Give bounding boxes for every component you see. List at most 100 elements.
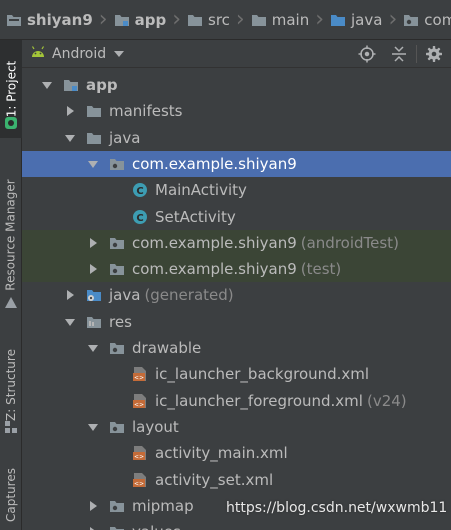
- project-folder-icon: [6, 13, 22, 27]
- folder-icon: [85, 130, 103, 146]
- expand-arrow-right-icon[interactable]: [63, 288, 77, 302]
- tree-node[interactable]: <> activity_set.xml: [22, 467, 451, 493]
- tree-node-suffix: (androidTest): [300, 233, 399, 252]
- tree-node[interactable]: layout: [22, 414, 451, 440]
- structure-icon: [4, 420, 18, 438]
- tree-node[interactable]: values: [22, 519, 451, 530]
- tree-node-label: com.example.shiyan9: [132, 154, 297, 173]
- tree-node-label: layout: [132, 417, 179, 436]
- breadcrumb-item[interactable]: com›: [397, 0, 451, 39]
- package-icon: [108, 261, 126, 277]
- breadcrumb-label: java: [351, 10, 383, 29]
- xml-file-icon: <>: [131, 445, 149, 461]
- svg-text:<>: <>: [134, 401, 144, 408]
- java-class-icon: C: [131, 209, 149, 225]
- breadcrumb-label: com: [424, 10, 451, 29]
- structure-tool-tab[interactable]: Z: Structure: [0, 340, 22, 430]
- tree-node[interactable]: app: [22, 72, 451, 98]
- package-icon: [108, 419, 126, 435]
- view-mode-dropdown[interactable]: Android: [30, 45, 125, 62]
- tree-node[interactable]: java: [22, 125, 451, 151]
- expand-arrow-down-icon[interactable]: [63, 315, 77, 329]
- breadcrumb-item[interactable]: src ›: [181, 0, 245, 39]
- tree-node-suffix: (test): [300, 260, 342, 279]
- resource-folder-icon: [85, 314, 103, 330]
- tree-node[interactable]: <> activity_main.xml: [22, 440, 451, 466]
- breadcrumb-separator: ›: [388, 6, 398, 32]
- breadcrumb-label: app: [134, 10, 167, 29]
- resource-manager-tab-label: Resource Manager: [4, 179, 19, 291]
- tree-node-label: manifests: [109, 102, 183, 121]
- tree-node-label: java: [109, 128, 141, 147]
- expand-arrow-down-icon[interactable]: [40, 78, 54, 92]
- watermark-text: https://blog.csdn.net/wxwmb11: [226, 500, 448, 516]
- locate-target-icon[interactable]: [354, 41, 380, 67]
- breadcrumb-label: main: [271, 10, 310, 29]
- breadcrumb-item[interactable]: shiyan9 ›: [0, 0, 108, 39]
- tree-node[interactable]: <> ic_launcher_foreground.xml (v24): [22, 388, 451, 414]
- tree-node[interactable]: C MainActivity: [22, 177, 451, 203]
- source-folder-icon: [330, 13, 346, 27]
- expand-arrow-down-icon[interactable]: [86, 420, 100, 434]
- tree-node-label: SetActivity: [155, 207, 236, 226]
- svg-text:<>: <>: [134, 480, 144, 487]
- expand-arrow-right-icon[interactable]: [63, 104, 77, 118]
- svg-text:C: C: [136, 186, 143, 197]
- package-icon: [403, 13, 419, 27]
- breadcrumb-item[interactable]: app ›: [108, 0, 181, 39]
- java-class-icon: C: [131, 182, 149, 198]
- tree-node-label: ic_launcher_background.xml: [155, 365, 370, 384]
- expand-arrow-right-icon[interactable]: [86, 499, 100, 513]
- tree-node[interactable]: res: [22, 309, 451, 335]
- android-icon: [30, 45, 46, 62]
- resource-manager-tool-tab[interactable]: Resource Manager: [0, 160, 22, 310]
- folder-icon: [251, 13, 267, 27]
- tree-node[interactable]: drawable: [22, 335, 451, 361]
- captures-tool-tab[interactable]: Captures: [0, 460, 22, 530]
- tree-node[interactable]: com.example.shiyan9 (test): [22, 256, 451, 283]
- expand-arrow-right-icon[interactable]: [86, 236, 100, 250]
- tree-node[interactable]: <> ic_launcher_background.xml: [22, 361, 451, 387]
- generated-folder-icon: [85, 287, 103, 303]
- folder-icon: [85, 103, 103, 119]
- tree-node-label: MainActivity: [155, 181, 247, 200]
- package-icon: [108, 156, 126, 172]
- xml-file-icon: <>: [131, 472, 149, 488]
- expand-arrow-down-icon[interactable]: [63, 131, 77, 145]
- breadcrumb-label: shiyan9: [27, 10, 93, 29]
- package-icon: [108, 524, 126, 530]
- package-icon: [108, 340, 126, 356]
- tree-node[interactable]: com.example.shiyan9: [22, 150, 451, 177]
- breadcrumb-separator: ›: [172, 6, 181, 32]
- settings-gear-icon[interactable]: [421, 41, 447, 67]
- expand-arrow-down-icon[interactable]: [86, 341, 100, 355]
- svg-text:C: C: [136, 213, 143, 224]
- chevron-down-icon: [114, 50, 125, 57]
- breadcrumb-separator: ›: [315, 6, 325, 32]
- tool-window-strip: 1: Project Resource Manager Z: Structure…: [0, 40, 22, 530]
- tree-node-label: java: [109, 286, 141, 305]
- tree-node[interactable]: C SetActivity: [22, 204, 451, 230]
- breadcrumb-item[interactable]: main ›: [245, 0, 324, 39]
- project-tab-icon: [4, 116, 18, 134]
- expand-arrow-down-icon[interactable]: [86, 157, 100, 171]
- collapse-all-icon[interactable]: [386, 41, 412, 67]
- tree-node-label: mipmap: [132, 496, 194, 515]
- tree-node[interactable]: java (generated): [22, 282, 451, 308]
- tree-node-label: drawable: [132, 339, 202, 357]
- project-tab-label: 1: Project: [4, 60, 18, 118]
- captures-tab-label: Captures: [4, 468, 18, 522]
- expand-arrow-right-icon[interactable]: [86, 525, 100, 530]
- tree-node[interactable]: com.example.shiyan9 (androidTest): [22, 229, 451, 256]
- breadcrumb-item[interactable]: java ›: [324, 0, 397, 39]
- expand-arrow-right-icon[interactable]: [86, 262, 100, 276]
- package-icon: [108, 498, 126, 514]
- resource-manager-icon: [4, 296, 18, 314]
- svg-text:<>: <>: [134, 375, 144, 382]
- tree-node[interactable]: manifests: [22, 98, 451, 124]
